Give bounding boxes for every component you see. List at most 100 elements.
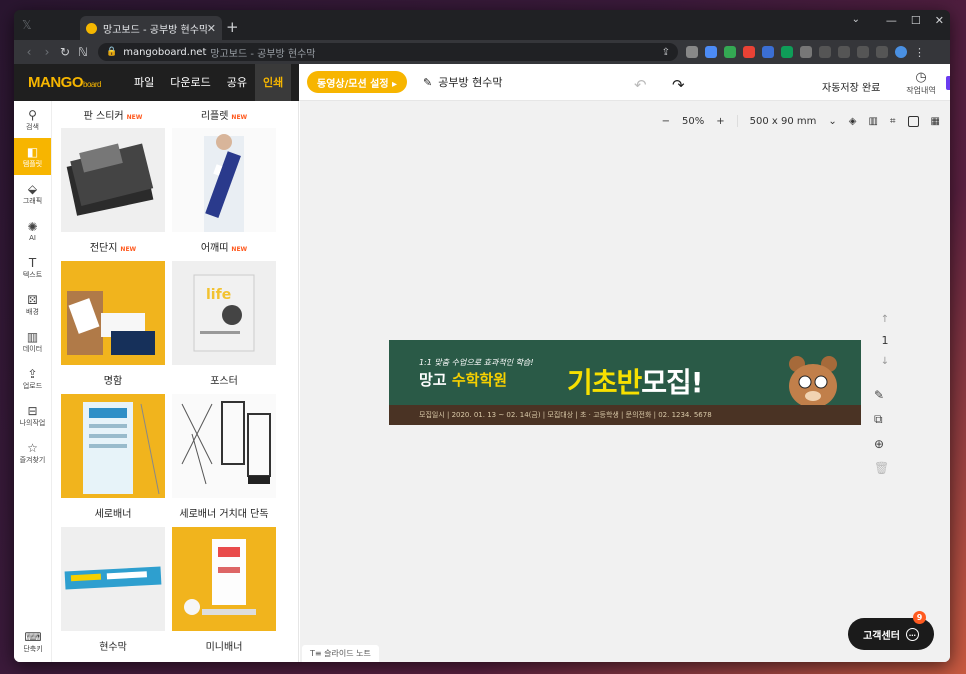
tab-title: 망고보드 - 공부방 현수막 xyxy=(103,24,207,36)
delete-icon[interactable]: 🗑 xyxy=(874,461,889,475)
extension-red-icon[interactable] xyxy=(743,46,755,58)
ruler-icon[interactable]: ▥ xyxy=(868,116,877,127)
sidebar-item-shortcut[interactable]: ⌨ 단축키 xyxy=(14,623,52,660)
undo-icon[interactable]: ↶ xyxy=(634,76,647,94)
zoom-in-icon[interactable]: + xyxy=(716,116,724,127)
template-label: 전단지 xyxy=(89,243,118,254)
color-picker-icon[interactable]: ✎ xyxy=(874,388,889,402)
template-label[interactable]: 판 스티커 NEW xyxy=(61,107,165,122)
zoom-out-icon[interactable]: − xyxy=(662,116,670,127)
minimize-icon[interactable]: — xyxy=(886,14,897,27)
menu-share[interactable]: 공유 xyxy=(219,64,255,101)
close-window-icon[interactable]: ✕ xyxy=(935,14,944,27)
sidebar-item-template[interactable]: ◧ 템플릿 xyxy=(14,138,51,175)
template-label[interactable]: 리플렛 NEW xyxy=(172,107,276,122)
mangoboard-logo[interactable]: MANGOboard xyxy=(14,74,126,91)
design-canvas[interactable]: − 50% + 500 x 90 mm ⌄ ◈ ▥ ⌗ ▦ 1:1 맞춤 수업으… xyxy=(300,101,950,662)
sidebar-item-background[interactable]: ⚄ 배경 xyxy=(14,286,51,323)
template-label: 세로배너 거치대 단독 xyxy=(179,509,269,520)
graphic-icon: ⬙ xyxy=(27,181,38,196)
page-number: 1 xyxy=(881,334,889,347)
download-icon[interactable] xyxy=(819,46,831,58)
layers-icon[interactable]: ◈ xyxy=(849,116,857,127)
document-title: 공부방 현수막 xyxy=(438,76,503,89)
close-tab-icon[interactable]: ✕ xyxy=(207,22,216,35)
duplicate-icon[interactable]: ⧉ xyxy=(874,412,889,427)
history-label: 작업내역 xyxy=(906,86,936,95)
canvas-toolbar: − 50% + 500 x 90 mm ⌄ ◈ ▥ ⌗ ▦ xyxy=(662,115,940,127)
template-label: 세로배너 xyxy=(94,509,132,520)
page-up-icon[interactable]: ↑ xyxy=(875,314,895,325)
crop-icon[interactable]: ⌗ xyxy=(890,116,896,127)
page-actions: ✎ ⧉ ⊕ 🗑 xyxy=(874,388,889,475)
share-icon[interactable]: ⇪ xyxy=(662,47,670,58)
template-card[interactable]: 어깨띠 NEW xyxy=(172,128,276,261)
chevron-down-icon[interactable]: ⌄ xyxy=(828,116,836,127)
template-card[interactable]: 전단지 NEW xyxy=(61,128,165,261)
tab-search-icon[interactable]: ⌄ xyxy=(852,14,860,25)
autosave-status: 자동저장 완료 xyxy=(822,83,881,94)
template-card[interactable]: 미니배너 xyxy=(172,527,276,660)
screenshot-icon[interactable] xyxy=(857,46,869,58)
bookmark-icon[interactable] xyxy=(686,46,698,58)
window-controls: — ☐ ✕ xyxy=(886,14,944,27)
sidepanel-icon[interactable] xyxy=(876,46,888,58)
browser-tab[interactable]: 망고보드 - 공부방 현수막 ✕ xyxy=(80,16,222,40)
sidebar-item-data[interactable]: ▥ 데이터 xyxy=(14,323,51,360)
fit-icon[interactable] xyxy=(907,115,919,127)
sidebar-item-search[interactable]: ⚲ 검색 xyxy=(14,101,51,138)
extension-green-icon[interactable] xyxy=(781,46,793,58)
sidebar-item-favorites[interactable]: ☆ 즐겨찾기 xyxy=(14,434,51,471)
tab-strip: 𝕏 망고보드 - 공부방 현수막 ✕ + ⌄ — ☐ ✕ xyxy=(14,10,950,40)
page-down-icon[interactable]: ↓ xyxy=(875,356,895,367)
menu-file[interactable]: 파일 xyxy=(126,64,162,101)
sidebar-item-upload[interactable]: ⇪ 업로드 xyxy=(14,360,51,397)
maximize-icon[interactable]: ☐ xyxy=(911,14,921,27)
banner-design[interactable]: 1:1 맞춤 수업으로 효과적인 학습! 망고 수학학원 기초반모집! 모집일시… xyxy=(389,340,861,425)
add-page-icon[interactable]: ⊕ xyxy=(874,437,889,451)
history-button[interactable]: ◷ 작업내역 xyxy=(906,70,936,96)
menu-download[interactable]: 다운로드 xyxy=(162,64,218,101)
profile-avatar-icon[interactable] xyxy=(895,46,907,58)
grid-icon[interactable]: ▦ xyxy=(931,116,940,127)
business-card-thumbnail xyxy=(61,261,165,365)
site-info-icon[interactable]: ℕ xyxy=(74,45,92,59)
slide-note-toggle[interactable]: T≡ 슬라이드 노트 xyxy=(302,645,379,662)
puzzle-icon[interactable] xyxy=(800,46,812,58)
mini-banner-thumbnail xyxy=(172,527,276,631)
document-name[interactable]: ✎ 공부방 현수막 xyxy=(423,74,502,90)
template-card[interactable]: 세로배너 xyxy=(61,394,165,527)
forward-icon[interactable]: › xyxy=(38,45,56,59)
banner-headline: 기초반모집! xyxy=(567,366,704,399)
browser-toolbar: ‹ › ↻ ℕ 🔒 mangoboard.net 망고보드 - 공부방 현수막 … xyxy=(14,40,950,64)
animation-settings-button[interactable]: 동영상/모션 설정 ▸ xyxy=(307,71,408,93)
address-bar[interactable]: 🔒 mangoboard.net 망고보드 - 공부방 현수막 ⇪ xyxy=(98,43,678,61)
canvas-size[interactable]: 500 x 90 mm xyxy=(750,116,817,127)
background-icon: ⚄ xyxy=(27,292,38,307)
translate-icon[interactable] xyxy=(762,46,774,58)
sidebar-item-mywork[interactable]: ⊟ 나의작업 xyxy=(14,397,51,434)
pinned-tab-icon[interactable]: 𝕏 xyxy=(22,18,32,32)
template-card[interactable]: 현수막 xyxy=(61,527,165,660)
template-card[interactable]: 세로배너 거치대 단독 xyxy=(172,394,276,527)
extension-check-icon[interactable] xyxy=(705,46,717,58)
support-button[interactable]: 고객센터 … 9 xyxy=(848,611,934,650)
template-card[interactable]: 명함 xyxy=(61,261,165,394)
new-tab-icon[interactable]: + xyxy=(226,18,239,36)
back-icon[interactable]: ‹ xyxy=(20,45,38,59)
sidebar-item-ai[interactable]: ✺ AI xyxy=(14,212,51,249)
accent-tab[interactable] xyxy=(946,76,950,90)
menu-dots-icon[interactable]: ⋮ xyxy=(914,46,925,59)
sidebar-item-graphic[interactable]: ⬙ 그래픽 xyxy=(14,175,51,212)
mywork-icon: ⊟ xyxy=(27,403,38,418)
extension-shield-icon[interactable] xyxy=(724,46,736,58)
menu-print[interactable]: 인쇄 xyxy=(254,63,292,101)
template-card[interactable]: life 포스터 xyxy=(172,261,276,394)
reload-icon[interactable]: ↻ xyxy=(56,45,74,59)
divider xyxy=(736,115,738,127)
template-icon: ◧ xyxy=(26,144,39,159)
sidebar-item-text[interactable]: T 텍스트 xyxy=(14,249,51,286)
redo-icon[interactable]: ↷ xyxy=(672,76,685,94)
zoom-level[interactable]: 50% xyxy=(682,116,704,127)
cast-icon[interactable] xyxy=(838,46,850,58)
